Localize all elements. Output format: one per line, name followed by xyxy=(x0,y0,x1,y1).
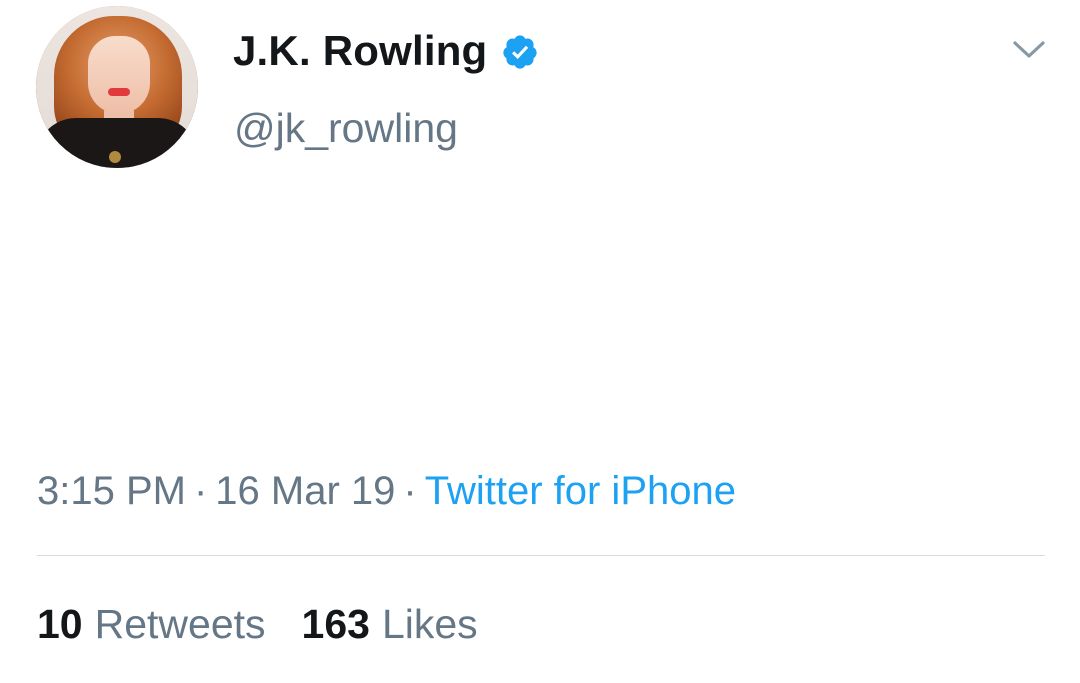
chevron-down-icon[interactable] xyxy=(1012,38,1046,62)
author-name-row: J.K. Rowling xyxy=(233,25,539,77)
avatar-face xyxy=(88,36,150,114)
tweet-date[interactable]: 16 Mar 19 xyxy=(215,469,395,513)
avatar-pendant xyxy=(109,151,121,163)
retweets-label: Retweets xyxy=(94,601,266,647)
author-avatar[interactable] xyxy=(36,6,198,168)
meta-separator: · xyxy=(403,469,417,513)
avatar-lips xyxy=(108,88,130,96)
likes-stat[interactable]: 163 Likes xyxy=(302,598,478,650)
tweet-source-link[interactable]: Twitter for iPhone xyxy=(425,469,736,513)
divider xyxy=(37,555,1045,556)
author-display-name[interactable]: J.K. Rowling xyxy=(233,25,487,77)
meta-separator: · xyxy=(193,469,208,513)
tweet-meta: 3:15 PM · 16 Mar 19 · Twitter for iPhone xyxy=(37,465,736,517)
likes-count: 163 xyxy=(301,601,370,647)
tweet-time: 3:15 PM xyxy=(37,469,186,513)
tweet-stats: 10 Retweets 163 Likes xyxy=(37,598,478,650)
verified-badge-icon xyxy=(501,33,539,71)
author-handle[interactable]: @jk_rowling xyxy=(234,103,458,153)
retweets-count: 10 xyxy=(37,601,83,647)
likes-label: Likes xyxy=(381,601,478,647)
retweets-stat[interactable]: 10 Retweets xyxy=(37,598,266,650)
